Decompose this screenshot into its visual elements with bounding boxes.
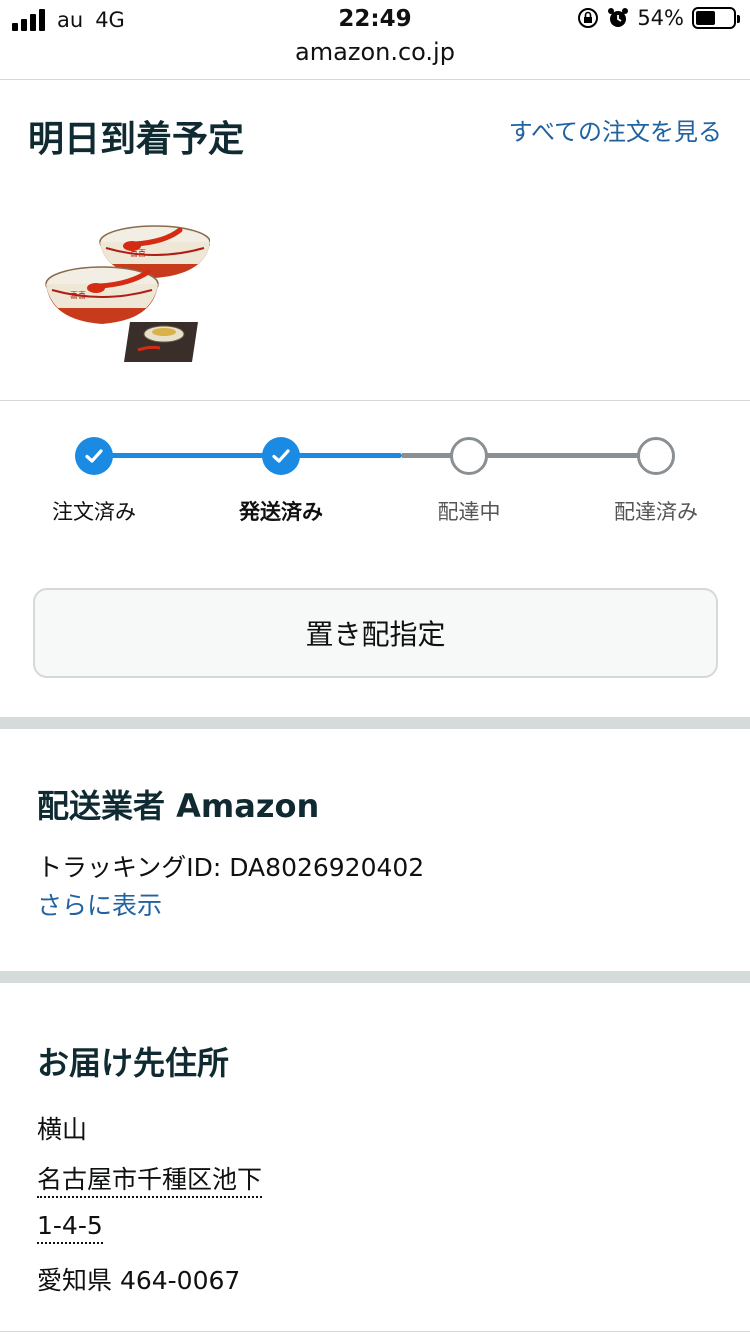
tracking-id: トラッキングID: DA8026920402 <box>37 853 425 882</box>
progress-track-pending <box>402 453 656 458</box>
product-image[interactable]: 喜喜 喜喜 <box>40 212 211 367</box>
battery-icon <box>692 7 740 29</box>
ramen-bowl-set-image: 喜喜 喜喜 <box>45 225 211 362</box>
alarm-icon <box>608 8 629 27</box>
step-shipped-check-icon <box>262 437 300 475</box>
status-right: 54% <box>577 6 740 30</box>
progress-track-done <box>94 453 402 458</box>
show-more-link[interactable]: さらに表示 <box>37 886 162 922</box>
status-bar: au 4G 22:49 54% <box>0 0 750 40</box>
divider <box>0 79 750 80</box>
step-label-delivered: 配達済み <box>614 500 698 524</box>
battery-percent: 54% <box>637 6 684 30</box>
leave-at-door-button[interactable]: 置き配指定 <box>33 588 718 678</box>
divider <box>0 1331 750 1332</box>
shipping-address-title: お届け先住所 <box>37 1044 230 1082</box>
step-ordered-check-icon <box>75 437 113 475</box>
address-line-2[interactable]: 1-4-5 <box>37 1211 103 1244</box>
address-line-1-wrap: 名古屋市千種区池下 <box>37 1160 263 1198</box>
step-out-for-delivery-circle-icon <box>450 437 488 475</box>
recipient-name: 横山 <box>37 1115 88 1144</box>
step-label-ordered: 注文済み <box>52 500 136 524</box>
rotation-lock-icon <box>578 8 599 28</box>
address-line-1[interactable]: 名古屋市千種区池下 <box>37 1165 263 1198</box>
address-bar-url[interactable]: amazon.co.jp <box>0 38 750 66</box>
svg-text:喜喜: 喜喜 <box>70 290 86 300</box>
delivery-estimate-title: 明日到着予定 <box>28 119 245 160</box>
section-separator <box>0 717 750 729</box>
section-separator <box>0 971 750 983</box>
address-line-3: 愛知県 464-0067 <box>37 1266 241 1295</box>
step-delivered-circle-icon <box>637 437 675 475</box>
carrier-title: 配送業者 Amazon <box>37 787 320 825</box>
address-line-2-wrap: 1-4-5 <box>37 1211 103 1244</box>
divider <box>0 400 750 401</box>
shipment-progress-tracker: 注文済み 発送済み 配達中 配達済み <box>0 430 750 530</box>
step-label-shipped: 発送済み <box>239 500 323 524</box>
step-label-out-for-delivery: 配達中 <box>437 500 501 524</box>
view-all-orders-link[interactable]: すべての注文を見る <box>492 114 722 150</box>
